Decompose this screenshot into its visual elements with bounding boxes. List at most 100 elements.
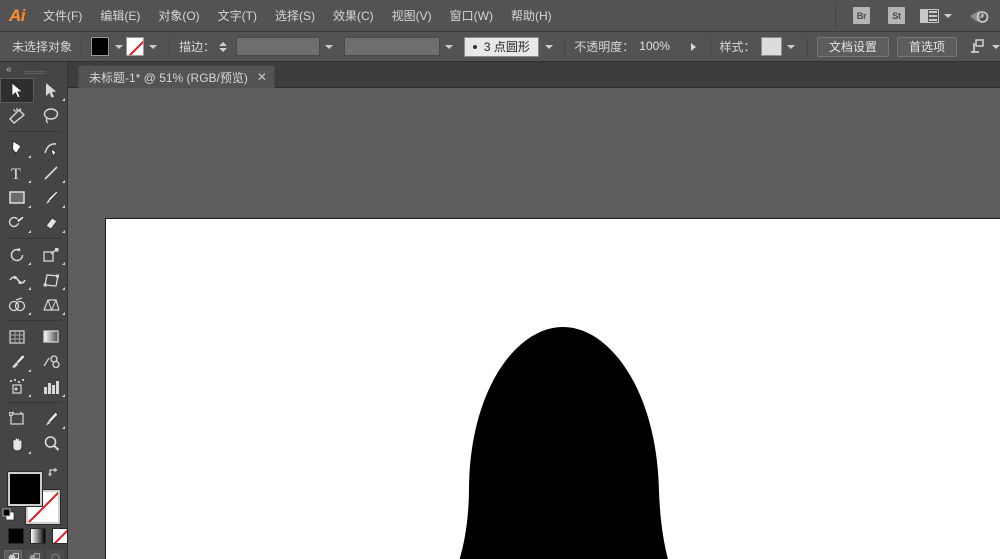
- default-fill-stroke-icon[interactable]: [2, 508, 16, 522]
- lasso-tool[interactable]: [34, 103, 68, 128]
- menu-item-view[interactable]: 视图(V): [383, 0, 441, 32]
- scale-tool[interactable]: [34, 242, 68, 267]
- stroke-weight-field[interactable]: [236, 37, 320, 56]
- hand-tool[interactable]: [0, 431, 34, 456]
- chevron-down-icon: [944, 14, 952, 18]
- menu-item-edit[interactable]: 编辑(E): [91, 0, 149, 32]
- fill-dropdown-chevron-icon[interactable]: [112, 37, 125, 56]
- document-tab[interactable]: 未标题-1* @ 51% (RGB/预览) ✕: [78, 65, 275, 88]
- line-segment-tool[interactable]: [34, 160, 68, 185]
- tool-panel-header: «: [0, 62, 67, 78]
- brush-definition-label: 3 点圆形: [484, 38, 530, 55]
- style-label: 样式：: [720, 38, 756, 55]
- eyedropper-tool[interactable]: [0, 349, 34, 374]
- opacity-label: 不透明度：: [574, 38, 634, 55]
- pen-tool[interactable]: [0, 135, 34, 160]
- menu-item-window[interactable]: 窗口(W): [441, 0, 502, 32]
- arrange-documents-icon[interactable]: [920, 9, 952, 23]
- align-chevron-down-icon[interactable]: [992, 45, 1000, 49]
- free-transform-tool[interactable]: [34, 267, 68, 292]
- control-bar: 未选择对象 描边： 3 点圆形 不透明度： 100% 样式： 文档设置 首选项: [0, 32, 1000, 62]
- align-to-selection-icon[interactable]: [969, 38, 988, 55]
- menu-item-help[interactable]: 帮助(H): [502, 0, 561, 32]
- opacity-expand-icon[interactable]: [686, 37, 700, 56]
- document-tab-title: 未标题-1* @ 51% (RGB/预览): [89, 69, 248, 86]
- rotate-tool[interactable]: [0, 242, 34, 267]
- column-graph-tool[interactable]: [34, 374, 68, 399]
- tool-panel: «: [0, 62, 68, 559]
- shaper-pencil-tool[interactable]: [0, 210, 34, 235]
- brush-definition-chevron-icon[interactable]: [542, 37, 555, 56]
- bell-shape-path[interactable]: [444, 327, 682, 559]
- artboard-tool[interactable]: [0, 406, 34, 431]
- stroke-profile-field[interactable]: [344, 37, 440, 56]
- stroke-weight-stepper[interactable]: [219, 42, 230, 52]
- paintbrush-tool[interactable]: [34, 185, 68, 210]
- opacity-value[interactable]: 100%: [634, 37, 686, 56]
- swap-fill-stroke-icon[interactable]: [47, 466, 61, 480]
- menu-bar: Ai 文件(F) 编辑(E) 对象(O) 文字(T) 选择(S) 效果(C) 视…: [0, 0, 1000, 32]
- canvas-area[interactable]: [68, 88, 1000, 559]
- gradient-swatch-button[interactable]: [30, 528, 46, 544]
- stroke-profile-chevron-icon[interactable]: [443, 37, 456, 56]
- artboard[interactable]: [105, 218, 1000, 559]
- draw-behind-button[interactable]: [25, 550, 43, 559]
- zoom-tool[interactable]: [34, 431, 68, 456]
- stroke-dropdown-chevron-icon[interactable]: [147, 37, 160, 56]
- control-divider: [169, 38, 170, 56]
- style-chevron-icon[interactable]: [785, 37, 798, 56]
- rectangle-tool[interactable]: [0, 185, 34, 210]
- eraser-tool[interactable]: [34, 210, 68, 235]
- document-tab-bar: 未标题-1* @ 51% (RGB/预览) ✕: [68, 62, 1000, 88]
- fill-swatch[interactable]: [91, 37, 109, 56]
- gradient-tool[interactable]: [34, 324, 68, 349]
- slice-tool[interactable]: [34, 406, 68, 431]
- menu-item-select[interactable]: 选择(S): [266, 0, 324, 32]
- search-adobe-stock-icon[interactable]: [968, 7, 990, 25]
- menu-item-file[interactable]: 文件(F): [34, 0, 91, 32]
- selection-tool[interactable]: [0, 78, 34, 103]
- none-swatch-button[interactable]: [52, 528, 68, 544]
- curvature-tool[interactable]: [34, 135, 68, 160]
- artwork-layer: [106, 219, 1000, 559]
- bridge-icon[interactable]: Br: [853, 7, 870, 24]
- control-divider: [710, 38, 711, 56]
- stock-icon[interactable]: St: [888, 7, 905, 24]
- stroke-swatch[interactable]: [126, 37, 144, 56]
- collapse-panel-icon[interactable]: «: [6, 64, 11, 75]
- draw-mode-buttons: [4, 550, 64, 559]
- draw-normal-button[interactable]: [4, 550, 22, 559]
- fill-color-swatch[interactable]: [8, 472, 42, 506]
- control-divider: [807, 38, 808, 56]
- mesh-tool[interactable]: [0, 324, 34, 349]
- brush-definition-field[interactable]: 3 点圆形: [464, 37, 539, 57]
- magic-wand-tool[interactable]: [0, 103, 34, 128]
- tool-grid: T: [0, 78, 67, 456]
- menu-divider: [835, 6, 836, 26]
- shape-builder-tool[interactable]: [0, 292, 34, 317]
- style-swatch[interactable]: [761, 37, 782, 56]
- symbol-sprayer-tool[interactable]: [0, 374, 34, 399]
- width-tool[interactable]: [0, 267, 34, 292]
- document-setup-button[interactable]: 文档设置: [817, 37, 889, 57]
- menu-item-effect[interactable]: 效果(C): [324, 0, 383, 32]
- selection-status-label: 未选择对象: [12, 38, 72, 55]
- preferences-button[interactable]: 首选项: [897, 37, 957, 57]
- perspective-grid-tool[interactable]: [34, 292, 68, 317]
- close-icon[interactable]: ✕: [257, 71, 267, 83]
- menu-item-object[interactable]: 对象(O): [149, 0, 208, 32]
- menu-bar-right-group: Br St: [827, 0, 1000, 32]
- blend-tool[interactable]: [34, 349, 68, 374]
- menu-item-type[interactable]: 文字(T): [209, 0, 266, 32]
- panel-drag-handle[interactable]: [24, 71, 46, 74]
- color-mode-swatches: [8, 528, 68, 544]
- color-controls: [0, 464, 68, 559]
- svg-text:T: T: [11, 166, 21, 181]
- color-swatch-button[interactable]: [8, 528, 24, 544]
- draw-inside-button[interactable]: [46, 550, 64, 559]
- type-tool[interactable]: T: [0, 160, 34, 185]
- direct-selection-tool[interactable]: [34, 78, 68, 103]
- stroke-weight-chevron-icon[interactable]: [323, 37, 336, 56]
- illustrator-window: Ai 文件(F) 编辑(E) 对象(O) 文字(T) 选择(S) 效果(C) 视…: [0, 0, 1000, 559]
- stroke-weight-label: 描边：: [179, 38, 215, 55]
